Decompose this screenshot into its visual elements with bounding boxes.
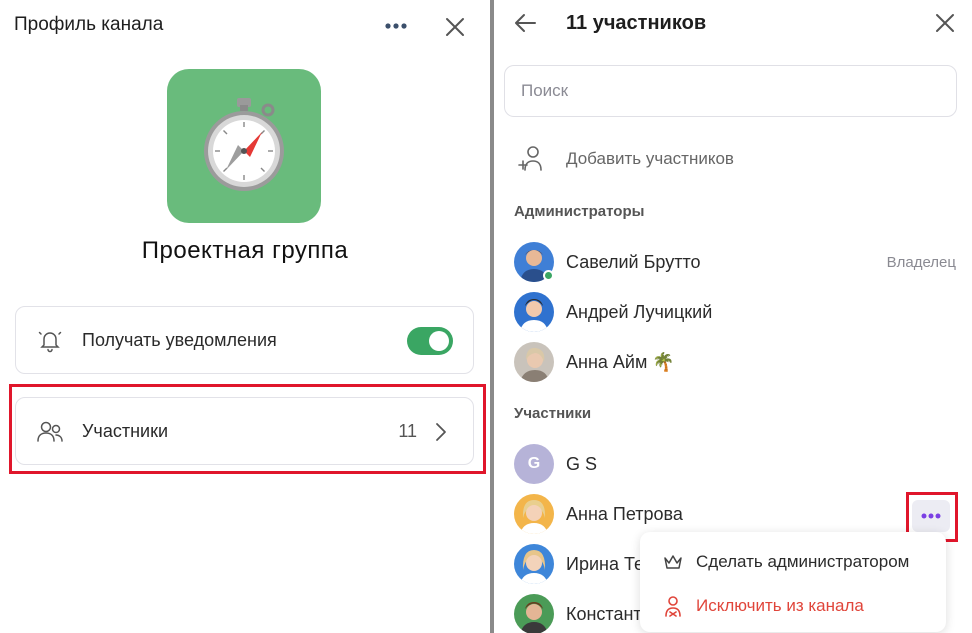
notifications-setting: Получать уведомления: [15, 306, 474, 374]
back-button[interactable]: [510, 8, 540, 38]
member-row[interactable]: G G S: [494, 439, 972, 489]
section-heading-members: Участники: [514, 405, 592, 422]
member-row[interactable]: Андрей Лучицкий: [494, 287, 972, 337]
add-user-icon: [518, 146, 542, 171]
member-name: Анна Петрова: [566, 503, 683, 524]
close-icon: [936, 14, 954, 32]
arrow-left-icon: [515, 14, 536, 32]
chevron-right-icon: [436, 423, 446, 441]
online-indicator: [543, 270, 554, 281]
role-label: Владелец: [886, 253, 956, 271]
members-label: Участники: [82, 420, 168, 441]
close-button[interactable]: [440, 12, 470, 42]
avatar: [514, 342, 554, 382]
more-horizontal-icon: [921, 513, 941, 519]
make-admin-label: Сделать администратором: [696, 552, 910, 571]
avatar: [514, 494, 554, 534]
section-heading-admins: Администраторы: [514, 203, 645, 220]
crown-icon: [662, 551, 684, 573]
toggle-knob: [429, 331, 449, 351]
member-context-menu: Сделать администратором Исключить из кан…: [640, 532, 946, 632]
compass-icon: [204, 98, 284, 191]
avatar: G: [514, 444, 554, 484]
member-name: Констант: [566, 603, 642, 624]
close-icon: [446, 18, 464, 36]
more-options-button[interactable]: [380, 14, 412, 38]
remove-from-channel-menu-item[interactable]: Исключить из канала: [640, 584, 946, 628]
avatar: [514, 544, 554, 584]
remove-user-icon: [662, 595, 684, 617]
member-name: Анна Айм 🌴: [566, 351, 675, 372]
notifications-toggle[interactable]: [407, 327, 453, 355]
member-row[interactable]: Савелий Брутто Владелец: [494, 237, 972, 287]
remove-from-channel-label: Исключить из канала: [696, 596, 864, 615]
member-name: Ирина Те: [566, 553, 644, 574]
avatar: [514, 594, 554, 633]
member-row[interactable]: Анна Айм 🌴: [494, 337, 972, 387]
members-count: 11: [398, 420, 417, 441]
avatar-initial: G: [527, 455, 541, 472]
member-name: Савелий Брутто: [566, 251, 701, 272]
panel-title: 11 участников: [566, 12, 707, 34]
add-members-button[interactable]: Добавить участников: [518, 142, 734, 176]
users-icon: [36, 418, 64, 446]
member-name: G S: [566, 453, 598, 474]
bell-icon: [36, 327, 64, 355]
channel-profile-panel: Профиль канала Проектная группа Получать…: [0, 0, 490, 633]
member-more-button[interactable]: [912, 500, 950, 532]
member-name: Андрей Лучицкий: [566, 301, 713, 322]
members-panel: 11 участников Добавить участников Админи…: [494, 0, 972, 633]
avatar: [514, 292, 554, 332]
panel-title: Профиль канала: [14, 14, 164, 35]
close-button[interactable]: [930, 8, 960, 38]
notifications-label: Получать уведомления: [82, 329, 277, 350]
more-horizontal-icon: [385, 23, 407, 29]
add-members-label: Добавить участников: [566, 149, 734, 168]
members-setting[interactable]: Участники 11: [15, 397, 474, 465]
search-input[interactable]: [504, 65, 957, 117]
group-name: Проектная группа: [141, 237, 349, 264]
make-admin-menu-item[interactable]: Сделать администратором: [640, 540, 946, 584]
channel-avatar: [167, 69, 321, 223]
